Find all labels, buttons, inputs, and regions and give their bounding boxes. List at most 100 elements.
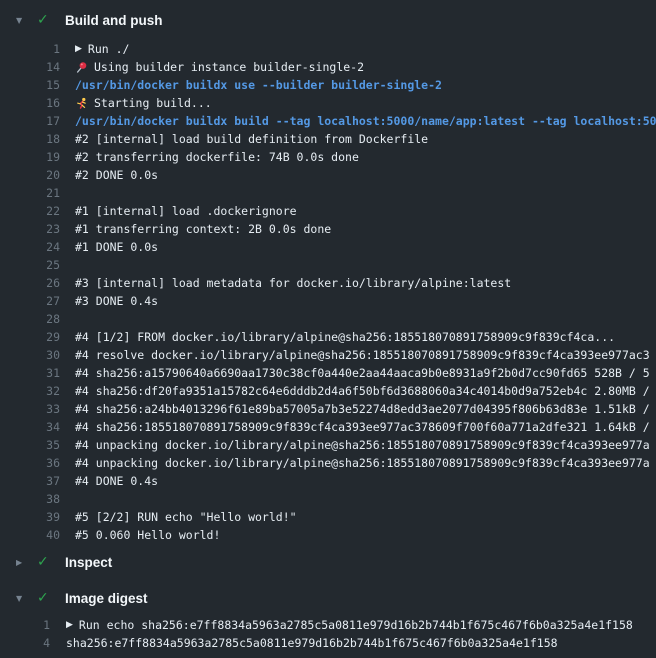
line-number[interactable]: 34 xyxy=(0,420,60,434)
log-message: #1 transferring context: 2B 0.0s done xyxy=(75,222,331,236)
log-line: 4 sha256:e7ff8834a5963a2785c5a0811e979d16… xyxy=(0,634,656,652)
log-line: 1 ▶ Run ./ xyxy=(0,40,656,58)
log-text: #5 [2/2] RUN echo "Hello world!" xyxy=(75,510,656,524)
line-number[interactable]: 21 xyxy=(0,186,60,200)
log-line: 19 #2 transferring dockerfile: 74B 0.0s d… xyxy=(0,148,656,166)
log-message: #4 unpacking docker.io/library/alpine@sh… xyxy=(75,438,650,452)
log-text: #1 transferring context: 2B 0.0s done xyxy=(75,222,656,236)
log-text: ▶ Run ./ xyxy=(75,42,656,56)
section-label: Image digest xyxy=(65,591,148,606)
log-line: 21 xyxy=(0,184,656,202)
log-line: 26 #3 [internal] load metadata for docker… xyxy=(0,274,656,292)
line-number[interactable]: 19 xyxy=(0,150,60,164)
log-message: #2 DONE 0.0s xyxy=(75,168,158,182)
line-number[interactable]: 24 xyxy=(0,240,60,254)
log-line: 29 #4 [1/2] FROM docker.io/library/alpine… xyxy=(0,328,656,346)
log-text: #4 DONE 0.4s xyxy=(75,474,656,488)
log-message: sha256:e7ff8834a5963a2785c5a0811e979d16b… xyxy=(66,636,558,650)
log-text: #4 resolve docker.io/library/alpine@sha2… xyxy=(75,348,656,362)
log-text: #4 [1/2] FROM docker.io/library/alpine@s… xyxy=(75,330,656,344)
line-number[interactable]: 20 xyxy=(0,168,60,182)
log-line: 37 #4 DONE 0.4s xyxy=(0,472,656,490)
line-number[interactable]: 26 xyxy=(0,276,60,290)
log-message: #4 sha256:185518070891758909c9f839cf4ca3… xyxy=(75,420,650,434)
log-line: 30 #4 resolve docker.io/library/alpine@sh… xyxy=(0,346,656,364)
log-message: Using builder instance builder-single-2 xyxy=(94,60,364,74)
line-number[interactable]: 15 xyxy=(0,78,60,92)
line-number[interactable]: 37 xyxy=(0,474,60,488)
line-number[interactable]: 30 xyxy=(0,348,60,362)
log-text: Using builder instance builder-single-2 xyxy=(75,60,656,74)
log-text: #3 DONE 0.4s xyxy=(75,294,656,308)
log-text: ▶Run echo sha256:e7ff8834a5963a2785c5a08… xyxy=(66,618,656,632)
line-number[interactable]: 14 xyxy=(0,60,60,74)
log-message: #4 sha256:df20fa9351a15782c64e6dddb2d4a6… xyxy=(75,384,650,398)
log-lines-build-and-push: 1 ▶ Run ./ 14 Using builder instance builder… xyxy=(0,40,656,544)
log-text: #4 sha256:a15790640a6690aa1730c38cf0a440… xyxy=(75,366,656,380)
log-text: #5 0.060 Hello world! xyxy=(75,528,656,542)
check-icon: ✓ xyxy=(37,590,54,606)
log-line: 34 #4 sha256:185518070891758909c9f839cf4c… xyxy=(0,418,656,436)
log-message: Run ./ xyxy=(88,42,130,56)
log-text: #4 sha256:df20fa9351a15782c64e6dddb2d4a6… xyxy=(75,384,656,398)
log-line: 35 #4 unpacking docker.io/library/alpine@… xyxy=(0,436,656,454)
log-text: sha256:e7ff8834a5963a2785c5a0811e979d16b… xyxy=(66,636,656,650)
line-number[interactable]: 22 xyxy=(0,204,60,218)
log-line: 15/usr/bin/docker buildx use --builder b… xyxy=(0,76,656,94)
log-line: 20 #2 DONE 0.0s xyxy=(0,166,656,184)
log-line: 38 xyxy=(0,490,656,508)
log-text: #2 DONE 0.0s xyxy=(75,168,656,182)
runner-icon xyxy=(75,97,88,110)
log-message: #4 resolve docker.io/library/alpine@sha2… xyxy=(75,348,650,362)
pushpin-icon xyxy=(75,61,88,74)
log-message: #4 sha256:a24bb4013296f61e89ba57005a7b3e… xyxy=(75,402,650,416)
line-number[interactable]: 29 xyxy=(0,330,60,344)
log-line: 18 #2 [internal] load build definition fr… xyxy=(0,130,656,148)
log-text: #1 [internal] load .dockerignore xyxy=(75,204,656,218)
section-header-image-digest[interactable]: ▼ ✓ Image digest xyxy=(0,580,656,616)
line-number[interactable]: 23 xyxy=(0,222,60,236)
line-number[interactable]: 36 xyxy=(0,456,60,470)
log-line: 22 #1 [internal] load .dockerignore xyxy=(0,202,656,220)
line-number[interactable]: 31 xyxy=(0,366,60,380)
line-number[interactable]: 4 xyxy=(0,636,50,650)
chevron-down-icon[interactable]: ▼ xyxy=(16,16,30,25)
log-message: #2 transferring dockerfile: 74B 0.0s don… xyxy=(75,150,359,164)
check-icon: ✓ xyxy=(37,12,54,28)
line-number[interactable]: 28 xyxy=(0,312,60,326)
line-number[interactable]: 16 xyxy=(0,96,60,110)
log-line: 17/usr/bin/docker buildx build --tag loc… xyxy=(0,112,656,130)
line-number[interactable]: 1 xyxy=(0,618,50,632)
line-number[interactable]: 32 xyxy=(0,384,60,398)
section-header-inspect[interactable]: ▶✓Inspect xyxy=(0,544,656,580)
line-number[interactable]: 1 xyxy=(0,42,60,56)
run-group-expander-icon[interactable]: ▶ xyxy=(75,44,82,54)
line-number[interactable]: 25 xyxy=(0,258,60,272)
log-message: #2 [internal] load build definition from… xyxy=(75,132,428,146)
log-message: #4 [1/2] FROM docker.io/library/alpine@s… xyxy=(75,330,615,344)
log-line: 27 #3 DONE 0.4s xyxy=(0,292,656,310)
log-line: 31 #4 sha256:a15790640a6690aa1730c38cf0a4… xyxy=(0,364,656,382)
log-text: Starting build... xyxy=(75,96,656,110)
log-message: #3 [internal] load metadata for docker.i… xyxy=(75,276,511,290)
line-number[interactable]: 39 xyxy=(0,510,60,524)
line-number[interactable]: 35 xyxy=(0,438,60,452)
log-text: #4 sha256:a24bb4013296f61e89ba57005a7b3e… xyxy=(75,402,656,416)
run-group-expander-icon[interactable]: ▶ xyxy=(66,620,73,630)
line-number[interactable]: 17 xyxy=(0,114,60,128)
line-number[interactable]: 40 xyxy=(0,528,60,542)
line-number[interactable]: 18 xyxy=(0,132,60,146)
log-text: #2 [internal] load build definition from… xyxy=(75,132,656,146)
log-line: 23 #1 transferring context: 2B 0.0s done xyxy=(0,220,656,238)
chevron-right-icon[interactable]: ▶ xyxy=(16,558,30,567)
line-number[interactable]: 33 xyxy=(0,402,60,416)
log-sections: ▼✓Build and push1▶Run ./14Using builder … xyxy=(0,0,656,652)
section-label: Build and push xyxy=(65,13,163,28)
chevron-down-icon[interactable]: ▼ xyxy=(16,594,30,603)
log-line: 39 #5 [2/2] RUN echo "Hello world!" xyxy=(0,508,656,526)
section-header-build-and-push[interactable]: ▼ ✓ Build and push xyxy=(0,0,656,40)
log-message: #3 DONE 0.4s xyxy=(75,294,158,308)
log-message: #5 0.060 Hello world! xyxy=(75,528,220,542)
line-number[interactable]: 27 xyxy=(0,294,60,308)
line-number[interactable]: 38 xyxy=(0,492,60,506)
